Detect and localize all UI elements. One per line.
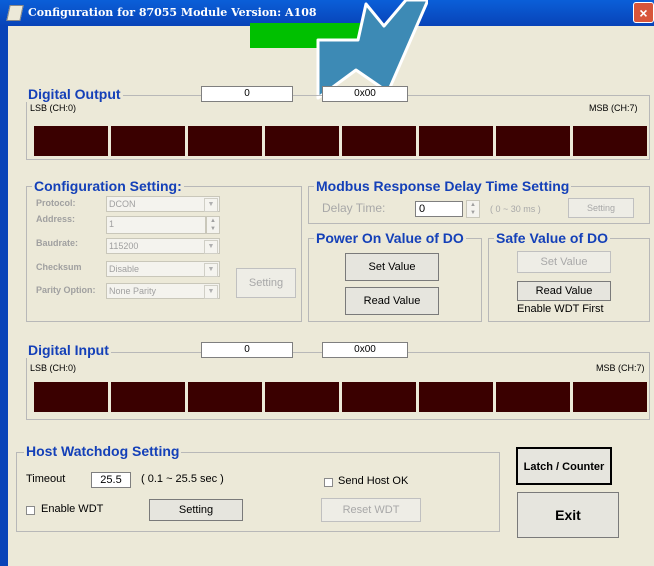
baudrate-label: Baudrate: [36,238,79,248]
do-channel-3[interactable] [265,126,339,156]
di-channel-6 [496,382,570,412]
di-channel-5 [419,382,493,412]
protocol-select[interactable]: DCON ▼ [106,196,220,212]
digital-input-title: Digital Input [26,342,111,358]
modbus-setting-button[interactable]: Setting [568,198,634,218]
send-host-ok-checkbox[interactable] [324,478,333,487]
chevron-down-icon: ▼ [204,285,218,299]
config-title: Configuration Setting: [32,178,184,194]
do-channel-4[interactable] [342,126,416,156]
watchdog-group [16,452,500,532]
power-on-read-button[interactable]: Read Value [345,287,439,315]
digital-input-dec: 0 [201,342,293,358]
latch-counter-button[interactable]: Latch / Counter [516,447,612,485]
power-on-set-button[interactable]: Set Value [345,253,439,281]
do-channel-1[interactable] [111,126,185,156]
address-field[interactable]: 1 [106,216,206,234]
delay-spinner[interactable]: ▲ ▼ [466,200,480,218]
timeout-label: Timeout [26,473,66,485]
reset-wdt-button[interactable]: Reset WDT [321,498,421,522]
watchdog-setting-button[interactable]: Setting [149,499,243,521]
enable-wdt-label: Enable WDT [41,503,104,515]
watchdog-title: Host Watchdog Setting [24,443,182,459]
delay-input[interactable]: 0 [415,201,463,217]
modbus-title: Modbus Response Delay Time Setting [314,178,572,194]
config-setting-button[interactable]: Setting [236,268,296,298]
parity-select[interactable]: None Parity ▼ [106,283,220,299]
protocol-label: Protocol: [36,198,76,208]
enable-wdt-checkbox[interactable] [26,506,35,515]
chevron-down-icon: ▼ [204,198,218,212]
parity-value: None Parity [109,286,157,296]
digital-output-leds [34,126,647,156]
di-channel-3 [265,382,339,412]
digital-input-msb-label: MSB (CH:7) [596,363,645,373]
digital-input-leds [34,382,647,412]
pointer-arrow-icon [316,0,428,100]
address-label: Address: [36,214,76,224]
safe-read-button[interactable]: Read Value [517,281,611,301]
baudrate-select[interactable]: 115200 ▼ [106,238,220,254]
chevron-down-icon: ▼ [204,263,218,277]
di-channel-4 [342,382,416,412]
exit-button[interactable]: Exit [517,492,619,538]
do-channel-2[interactable] [188,126,262,156]
close-button[interactable]: × [633,2,654,23]
digital-output-hex: 0x00 [322,86,408,102]
di-channel-7 [573,382,647,412]
chevron-down-icon: ▼ [204,240,218,254]
do-channel-5[interactable] [419,126,493,156]
digital-output-msb-label: MSB (CH:7) [589,103,638,113]
digital-input-hex: 0x00 [322,342,408,358]
checksum-label: Checksum [36,262,82,272]
baudrate-value: 115200 [109,241,139,251]
digital-output-lsb-label: LSB (CH:0) [30,103,77,113]
address-value: 1 [109,219,115,229]
di-channel-0 [34,382,108,412]
do-channel-7[interactable] [573,126,647,156]
digital-input-lsb-label: LSB (CH:0) [30,363,77,373]
timeout-range-hint: ( 0.1 ~ 25.5 sec ) [141,473,224,485]
app-icon [6,5,24,21]
safe-value-title: Safe Value of DO [494,230,611,246]
power-on-title: Power On Value of DO [314,230,466,246]
address-spinner[interactable]: ▲ ▼ [206,216,220,234]
safe-set-button[interactable]: Set Value [517,251,611,273]
timeout-input[interactable]: 25.5 [91,472,131,488]
do-channel-6[interactable] [496,126,570,156]
window-title: Configuration for 87055 Module Version: … [28,6,317,19]
protocol-value: DCON [109,199,136,209]
safe-note: Enable WDT First [517,303,604,315]
window-left-border [0,26,8,566]
digital-output-title: Digital Output [26,86,123,102]
di-channel-2 [188,382,262,412]
send-host-ok-label: Send Host OK [338,475,409,487]
delay-label: Delay Time: [322,201,386,215]
digital-output-dec: 0 [201,86,293,102]
do-channel-0[interactable] [34,126,108,156]
checksum-select[interactable]: Disable ▼ [106,261,220,277]
parity-label: Parity Option: [36,285,96,295]
di-channel-1 [111,382,185,412]
delay-range-hint: ( 0 ~ 30 ms ) [490,204,541,214]
checksum-value: Disable [109,264,140,274]
